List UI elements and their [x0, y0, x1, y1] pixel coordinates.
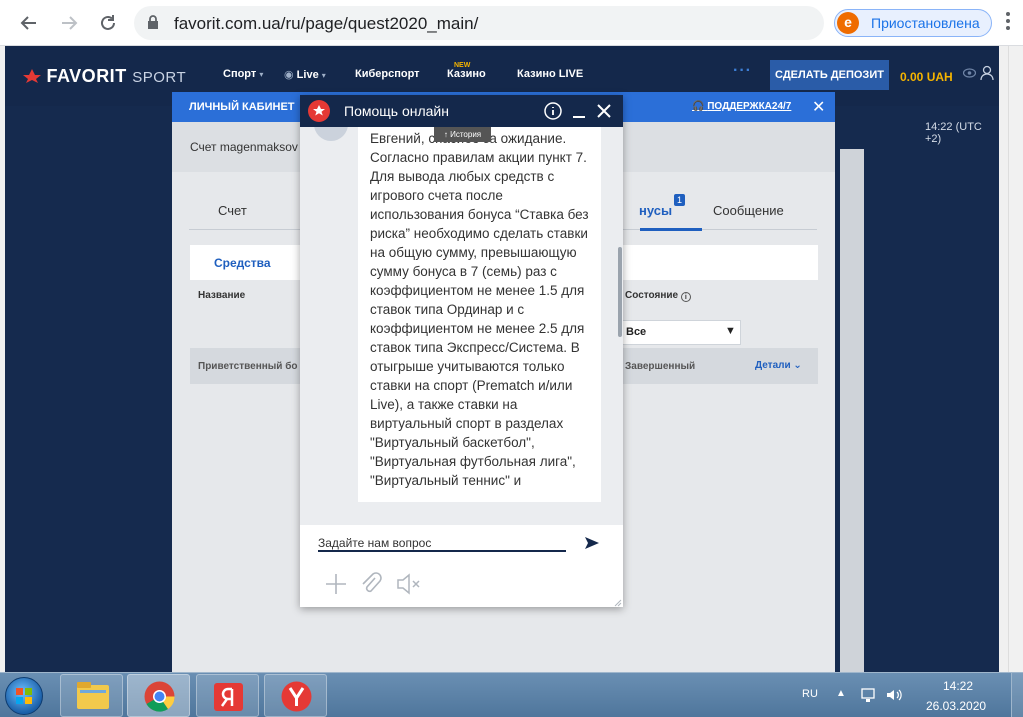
chat-header: Помощь онлайн — [300, 95, 623, 127]
status-filter-select[interactable]: Все ▼ — [619, 320, 741, 345]
profile-status-label: Приостановлена — [871, 15, 980, 31]
language-indicator[interactable]: RU — [802, 688, 818, 700]
column-header-status: Состояние i — [625, 290, 691, 302]
chat-composer — [300, 525, 623, 607]
chat-logo-icon — [308, 100, 330, 122]
info-icon[interactable]: i — [680, 292, 691, 302]
agent-avatar — [314, 127, 348, 141]
tab-messages[interactable]: Сообщение — [713, 203, 784, 218]
taskbar-yandex-browser[interactable] — [196, 674, 259, 717]
clock-date[interactable]: 26.03.2020 — [926, 699, 986, 713]
logo-sub-text: SPORT — [132, 69, 187, 86]
browser-toolbar: favorit.com.ua/ru/page/quest2020_main/ e… — [0, 0, 1023, 46]
deposit-button[interactable]: СДЕЛАТЬ ДЕПОЗИТ — [770, 60, 889, 90]
more-menu-icon[interactable]: ··· — [733, 62, 752, 80]
windows-taskbar: RU ▲ 14:22 26.03.2020 — [0, 672, 1023, 717]
show-desktop-button[interactable] — [1011, 673, 1023, 717]
close-icon[interactable] — [596, 102, 612, 120]
chrome-icon — [144, 681, 175, 712]
yandex-letter-icon — [214, 683, 243, 711]
account-line: Счет magenmaksov — [190, 140, 298, 154]
nav-sport-label: Спорт — [223, 68, 257, 80]
nav-casino[interactable]: Казино — [447, 68, 486, 80]
back-button[interactable] — [16, 10, 42, 36]
nav-esport[interactable]: Киберспорт — [355, 68, 420, 80]
agent-message-bubble: Евгений, спасибо за ожидание. Согласно п… — [358, 127, 601, 502]
row-bonus-name: Приветственный бо — [198, 361, 298, 372]
row-status: Завершенный — [625, 361, 696, 372]
live-icon: ◉ — [284, 69, 294, 81]
paperclip-icon[interactable] — [360, 572, 382, 596]
tray-expand-icon[interactable]: ▲ — [836, 688, 846, 699]
clock-time[interactable]: 14:22 — [943, 679, 973, 693]
nav-live-label: Live — [296, 69, 319, 81]
browser-menu-icon[interactable] — [1005, 10, 1011, 32]
left-dark-area — [5, 106, 173, 672]
chat-message-input[interactable] — [318, 536, 566, 552]
chat-scrollbar[interactable] — [618, 247, 622, 337]
tab-badge: 1 — [674, 194, 685, 206]
profile-avatar: e — [837, 12, 859, 34]
tab-account[interactable]: Счет — [218, 203, 247, 218]
row-details-label: Детали — [755, 360, 791, 371]
right-panel-strip — [840, 149, 864, 672]
chevron-down-icon: ▾ — [259, 70, 264, 79]
nav-casino-live[interactable]: Казино LIVE — [517, 68, 583, 80]
active-tab-indicator — [640, 228, 702, 231]
support-link-label: ПОДДЕРЖКА24/7 — [707, 101, 792, 112]
lock-icon — [148, 15, 158, 29]
start-button[interactable] — [5, 677, 43, 715]
taskbar-chrome[interactable] — [127, 674, 190, 717]
site-time: 14:22 (UTC +2) — [925, 121, 982, 145]
profile-button[interactable]: e Приостановлена — [834, 9, 992, 37]
agent-message-text: Евгений, спасибо за ожидание. Согласно п… — [370, 131, 589, 488]
plus-icon[interactable] — [324, 572, 348, 596]
folder-icon — [77, 682, 109, 709]
support-link[interactable]: 🎧 ПОДДЕРЖКА24/7 — [692, 101, 791, 112]
user-icon[interactable] — [980, 65, 994, 81]
chevron-down-icon: ⌄ — [793, 360, 802, 371]
row-details-link[interactable]: Детали ⌄ — [755, 360, 802, 371]
network-icon[interactable] — [860, 687, 878, 703]
headset-icon: 🎧 — [692, 101, 705, 112]
eye-icon[interactable] — [963, 68, 976, 78]
chat-messages[interactable]: Евгений, спасибо за ожидание. Согласно п… — [300, 127, 623, 525]
send-icon[interactable] — [584, 536, 600, 550]
page-scrollbar[interactable] — [1008, 46, 1023, 672]
forward-arrow-icon — [62, 16, 78, 30]
balance-value: 0.00 UAH — [900, 70, 953, 84]
subtab-funds[interactable]: Средства — [214, 256, 271, 270]
reload-icon — [101, 15, 115, 30]
chevron-down-icon: ▾ — [321, 71, 326, 80]
column-header-status-label: Состояние — [625, 290, 679, 301]
cabinet-title: ЛИЧНЫЙ КАБИНЕТ — [189, 101, 295, 113]
reload-button[interactable] — [95, 10, 121, 36]
tab-bonuses[interactable]: нусы — [639, 203, 672, 218]
site-logo[interactable]: FAVORIT SPORT — [23, 66, 186, 87]
logo-mark-icon — [23, 69, 41, 83]
column-header-name: Название — [198, 290, 246, 301]
nav-sport[interactable]: Спорт ▾ — [223, 68, 263, 80]
taskbar-explorer[interactable] — [60, 674, 123, 717]
logo-main-text: FAVORIT — [46, 66, 127, 86]
status-filter-value: Все — [626, 326, 647, 338]
sound-muted-icon[interactable] — [396, 572, 422, 596]
cabinet-close-icon[interactable]: ✕ — [812, 97, 825, 117]
info-icon[interactable] — [544, 102, 562, 120]
chat-title: Помощь онлайн — [344, 103, 449, 119]
yandex-icon — [281, 681, 312, 712]
forward-button[interactable] — [56, 10, 82, 36]
address-bar[interactable]: favorit.com.ua/ru/page/quest2020_main/ — [134, 6, 940, 40]
url-text: favorit.com.ua/ru/page/quest2020_main/ — [174, 14, 479, 33]
nav-live[interactable]: ◉ Live ▾ — [284, 68, 326, 81]
taskbar-yandex[interactable] — [264, 674, 327, 717]
dropdown-arrow-icon: ▼ — [725, 325, 736, 337]
windows-logo-icon — [16, 688, 32, 704]
back-arrow-icon — [20, 16, 36, 30]
volume-icon[interactable] — [885, 687, 903, 703]
minimize-icon[interactable] — [571, 102, 587, 120]
online-help-chat: Помощь онлайн ↑ История Евгений, спасибо… — [300, 95, 623, 607]
history-tooltip[interactable]: ↑ История — [434, 127, 491, 142]
resize-handle-icon[interactable] — [614, 599, 622, 607]
